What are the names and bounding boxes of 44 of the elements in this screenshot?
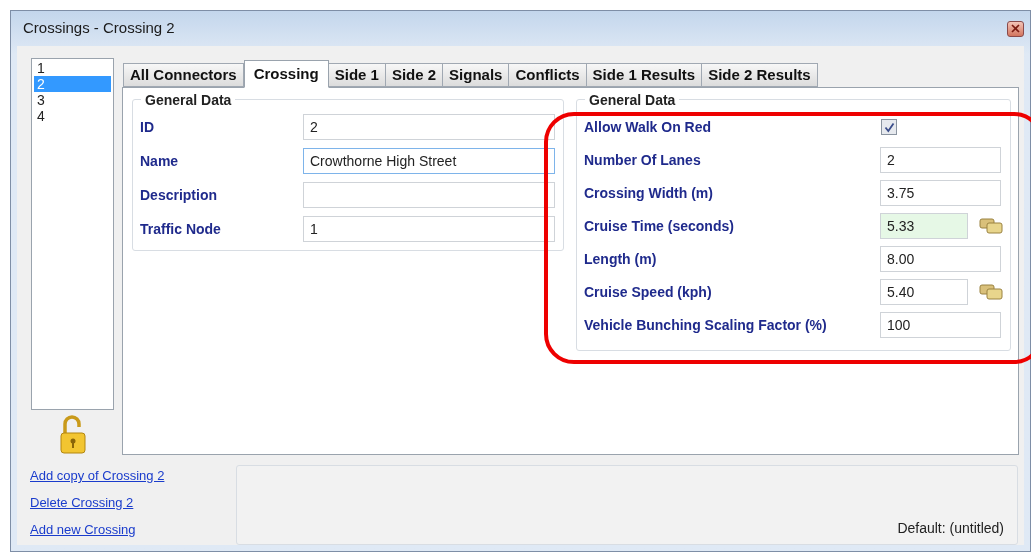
text-field[interactable]: 2 (303, 114, 555, 140)
crossing-list[interactable]: 1 2 3 4 (31, 58, 114, 410)
link[interactable]: Add copy of Crossing 2 (30, 468, 165, 484)
list-item[interactable]: 1 (34, 60, 111, 76)
calculate-icon[interactable] (979, 284, 1003, 300)
status-text: Default: (untitled) (897, 519, 1004, 538)
field-label: Number Of Lanes (584, 150, 702, 170)
link[interactable]: Delete Crossing 2 (30, 495, 134, 511)
field-label: Allow Walk On Red (584, 117, 713, 137)
tab[interactable]: Crossing (243, 60, 329, 88)
tab[interactable]: Side 2 Results (701, 63, 818, 87)
field-label: Length (m) (584, 249, 658, 269)
calculate-icon[interactable] (979, 218, 1003, 234)
field-label: ID (140, 117, 155, 137)
text-field[interactable]: 100 (880, 312, 1001, 338)
text-field[interactable] (303, 182, 555, 208)
padlock-icon[interactable] (59, 415, 86, 455)
text-field[interactable]: 5.40 (880, 279, 968, 305)
field-label: Name (140, 151, 180, 171)
text-field[interactable]: 8.00 (880, 246, 1001, 272)
field-label: Crossing Width (m) (584, 183, 714, 203)
text-field[interactable]: 3.75 (880, 180, 1001, 206)
tab[interactable]: Signals (442, 63, 510, 87)
text-field[interactable]: 1 (303, 216, 555, 242)
link[interactable]: Add new Crossing (30, 522, 136, 538)
list-item[interactable]: 3 (34, 92, 111, 108)
field-label: Vehicle Bunching Scaling Factor (%) (584, 315, 828, 335)
tab[interactable]: Side 1 Results (585, 63, 703, 87)
text-field[interactable]: 2 (880, 147, 1001, 173)
close-icon (1011, 24, 1020, 33)
field-label: Cruise Speed (kph) (584, 282, 713, 302)
text-field[interactable]: Crowthorne High Street (303, 148, 555, 174)
checkbox[interactable] (881, 119, 897, 135)
field-label: Cruise Time (seconds) (584, 216, 735, 236)
text-field[interactable]: 5.33 (880, 213, 968, 239)
field-label: Description (140, 185, 218, 205)
field-label: Traffic Node (140, 219, 222, 239)
tab[interactable]: Conflicts (508, 63, 587, 87)
tab[interactable]: Side 2 (384, 63, 444, 87)
list-item[interactable]: 4 (34, 108, 111, 124)
tab[interactable]: All Connectors (123, 63, 244, 87)
tab[interactable]: Side 1 (327, 63, 386, 87)
window-title: Crossings - Crossing 2 (23, 18, 175, 39)
close-button[interactable] (1007, 20, 1024, 37)
